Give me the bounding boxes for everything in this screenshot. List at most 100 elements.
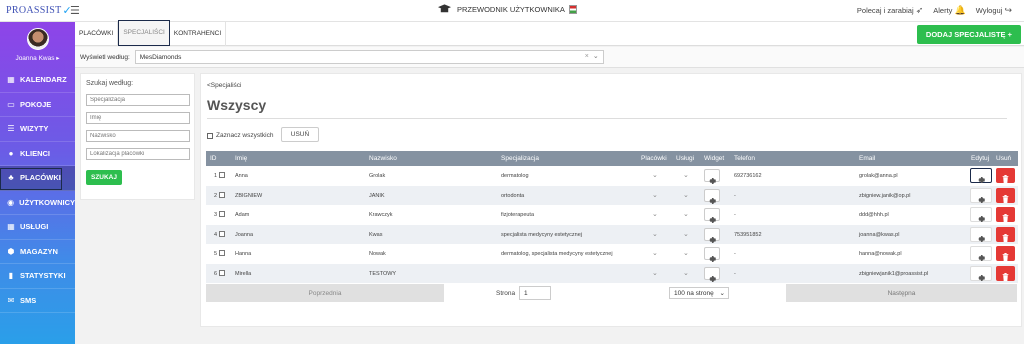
widget-button[interactable] — [704, 266, 720, 282]
sidebar-item-room[interactable]: ▭ POKOJE — [0, 93, 75, 117]
row-checkbox[interactable] — [219, 172, 225, 178]
table-row: 4 Joanna Kwas specjalista medycyny estetycz… — [206, 224, 1018, 245]
facilities-chevron-icon[interactable]: ⌄ — [652, 249, 658, 257]
search-title: Szukaj według: — [86, 80, 134, 87]
facilities-chevron-icon[interactable]: ⌄ — [652, 230, 658, 238]
edit-button[interactable] — [970, 207, 992, 222]
row-checkbox[interactable] — [219, 191, 225, 198]
page-number-input[interactable]: 1 — [519, 286, 551, 300]
tab-specjalisci[interactable]: SPECJALIŚCI — [118, 19, 170, 46]
first-name-input[interactable] — [86, 112, 190, 124]
recommend-link[interactable]: Polecaj i zarabiaj ➶ — [857, 5, 923, 16]
facilities-chevron-icon[interactable]: ⌄ — [652, 269, 658, 277]
edit-button[interactable] — [970, 265, 992, 281]
row-checkbox[interactable] — [219, 211, 225, 217]
last-name-input[interactable] — [86, 130, 190, 142]
sidebar-item-stats[interactable]: ▮ STATYSTYKI — [0, 264, 75, 289]
sidebar-item-visits[interactable]: ☰ WIZYTY — [0, 117, 75, 142]
services-chevron-icon[interactable]: ⌄ — [683, 249, 689, 257]
clients-icon: ● — [8, 148, 14, 158]
warehouse-icon: ⬢ — [7, 246, 15, 256]
sidebar-item-label: POKOJE — [20, 99, 52, 109]
logout-link[interactable]: Wyloguj ↪ — [976, 5, 1012, 16]
row-last-name: JANIK — [369, 192, 385, 199]
tab-kontrahenci[interactable]: KONTRAHENCI — [170, 21, 227, 46]
search-button[interactable]: SZUKAJ — [86, 170, 122, 185]
services-chevron-icon[interactable]: ⌄ — [683, 171, 689, 179]
sidebar-item-label: MAGAZYN — [20, 246, 58, 256]
facilities-chevron-icon[interactable]: ⌄ — [652, 171, 658, 179]
row-email: grolak@anna.pl — [859, 173, 898, 179]
logo[interactable]: PROASSIST ✓ — [0, 4, 72, 17]
widget-button[interactable] — [704, 188, 720, 204]
select-all-checkbox[interactable] — [207, 132, 213, 139]
prev-page-button[interactable]: Poprzednia — [206, 284, 444, 302]
widget-button[interactable] — [704, 227, 720, 243]
specialization-input[interactable] — [86, 94, 190, 106]
delete-button[interactable] — [996, 168, 1015, 183]
table-row: 5 Hanna Nowak dermatolog, specjalista medyc… — [206, 244, 1018, 264]
facilities-chevron-icon[interactable]: ⌄ — [652, 191, 658, 199]
pagination: Poprzednia Strona 1 100 na stronę ⌄ Nastę… — [206, 283, 1018, 303]
table-header: ID Imię Nazwisko Specjalizacja Placówki … — [206, 151, 1018, 166]
row-phone: - — [734, 251, 736, 257]
user-profile[interactable]: Joanna Kwas ▸ — [0, 22, 75, 68]
widget-button[interactable] — [704, 169, 720, 184]
bell-icon: 🔔 — [954, 5, 966, 15]
sidebar-item-facility[interactable]: ♣ PLACÓWKI — [0, 166, 75, 191]
delete-button[interactable] — [996, 226, 1015, 242]
col-last-name: Nazwisko — [369, 155, 397, 162]
menu-icon[interactable]: ☰ — [70, 4, 84, 17]
gear-icon — [977, 235, 985, 245]
delete-button[interactable] — [996, 187, 1015, 203]
sidebar-item-calendar[interactable]: ▦ KALENDARZ — [0, 68, 75, 93]
graduation-cap-icon — [438, 4, 451, 13]
facility-filter-select[interactable]: MesDiamonds × ⌄ — [134, 50, 604, 64]
row-first-name: Anna — [235, 173, 248, 179]
col-first-name: Imię — [235, 155, 248, 162]
services-chevron-icon[interactable]: ⌄ — [683, 230, 689, 238]
location-input[interactable] — [86, 148, 190, 160]
delete-selected-button[interactable]: USUŃ — [281, 127, 319, 142]
sidebar-item-users[interactable]: ◉ UŻYTKOWNICY — [0, 191, 75, 215]
per-page-select[interactable]: 100 na stronę ⌄ — [669, 287, 729, 299]
widget-button[interactable] — [704, 208, 720, 223]
edit-button[interactable] — [970, 187, 992, 203]
services-chevron-icon[interactable]: ⌄ — [683, 191, 689, 199]
sidebar-item-sms[interactable]: ✉ SMS — [0, 289, 75, 313]
add-specialist-button[interactable]: DODAJ SPECJALISTĘ + — [916, 25, 1021, 44]
clear-icon[interactable]: × — [585, 53, 589, 60]
row-email: ddd@hhh.pl — [859, 212, 889, 218]
user-guide-link[interactable]: PRZEWODNIK UŻYTKOWNIKA — [438, 4, 577, 14]
chevron-down-icon[interactable]: ⌄ — [593, 52, 599, 60]
delete-button[interactable] — [996, 207, 1015, 222]
alerts-link[interactable]: Alerty 🔔 — [933, 5, 965, 16]
edit-button[interactable] — [970, 168, 992, 183]
services-chevron-icon[interactable]: ⌄ — [683, 210, 689, 218]
divider — [207, 118, 1007, 119]
sidebar-item-clients[interactable]: ● KLIENCI — [0, 142, 75, 166]
services-chevron-icon[interactable]: ⌄ — [683, 269, 689, 277]
row-checkbox[interactable] — [219, 250, 225, 256]
sidebar-item-label: UŻYTKOWNICY — [19, 197, 75, 207]
delete-button[interactable] — [996, 265, 1015, 281]
sidebar-item-warehouse[interactable]: ⬢ MAGAZYN — [0, 240, 75, 264]
table-row: 2 ZBIGNIEW JANIK ortodonta ⌄ ⌄ - zbigniew.janik… — [206, 185, 1018, 205]
edit-button[interactable] — [970, 246, 992, 261]
delete-button[interactable] — [996, 246, 1015, 261]
col-services: Usługi — [676, 155, 695, 162]
filter-value: MesDiamonds — [139, 53, 182, 61]
facilities-chevron-icon[interactable]: ⌄ — [652, 210, 658, 218]
col-specialization: Specjalizacja — [501, 155, 539, 162]
sidebar-item-services[interactable]: ▦ USŁUGI — [0, 215, 75, 240]
row-checkbox[interactable] — [219, 269, 225, 276]
row-last-name: Kwas — [369, 231, 383, 238]
back-link[interactable]: <Specjaliści — [207, 82, 242, 89]
next-page-button[interactable]: Następna — [786, 284, 1017, 302]
sidebar-item-label: STATYSTYKI — [20, 271, 66, 281]
edit-button[interactable] — [970, 226, 992, 245]
tab-placowki[interactable]: PLACÓWKI — [75, 21, 119, 46]
widget-button[interactable] — [704, 247, 720, 262]
row-checkbox[interactable] — [219, 230, 225, 237]
select-all[interactable]: Zaznacz wszystkich — [207, 132, 273, 139]
